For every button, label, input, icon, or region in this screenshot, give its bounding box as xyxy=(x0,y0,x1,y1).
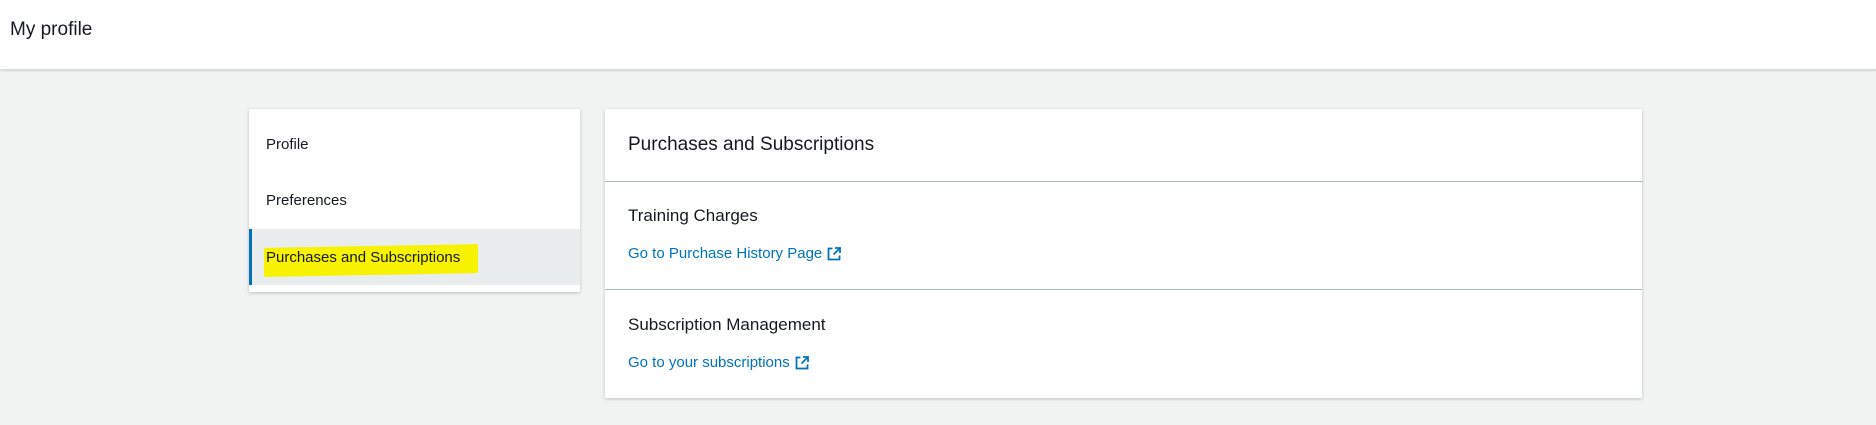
external-link-icon xyxy=(795,355,809,369)
page-title: My profile xyxy=(10,19,93,40)
sidebar-item-preferences[interactable]: Preferences xyxy=(249,172,580,228)
sidebar-item-profile[interactable]: Profile xyxy=(249,116,580,172)
training-charges-section: Training Charges Go to Purchase History … xyxy=(605,182,1642,290)
sidebar-item-label: Preferences xyxy=(266,191,347,209)
link-label: Go to your subscriptions xyxy=(628,354,790,371)
profile-sidebar: Profile Preferences Purchases and Subscr… xyxy=(249,109,580,292)
card-header: Purchases and Subscriptions xyxy=(605,109,1642,182)
subscriptions-link[interactable]: Go to your subscriptions xyxy=(628,354,810,371)
section-title: Subscription Management xyxy=(628,315,826,334)
sidebar-item-label: Purchases and Subscriptions xyxy=(266,248,461,266)
subscription-management-section: Subscription Management Go to your subsc… xyxy=(605,291,1642,398)
top-bar: My profile xyxy=(0,0,1876,70)
purchases-card: Purchases and Subscriptions Training Cha… xyxy=(605,109,1642,398)
sidebar-item-purchases-and-subscriptions[interactable]: Purchases and Subscriptions xyxy=(249,229,580,285)
card-title: Purchases and Subscriptions xyxy=(628,134,875,155)
section-title: Training Charges xyxy=(628,206,758,225)
purchase-history-link[interactable]: Go to Purchase History Page xyxy=(628,245,842,262)
external-link-icon xyxy=(827,246,842,260)
sidebar-item-label: Profile xyxy=(266,135,309,153)
link-label: Go to Purchase History Page xyxy=(628,245,823,262)
